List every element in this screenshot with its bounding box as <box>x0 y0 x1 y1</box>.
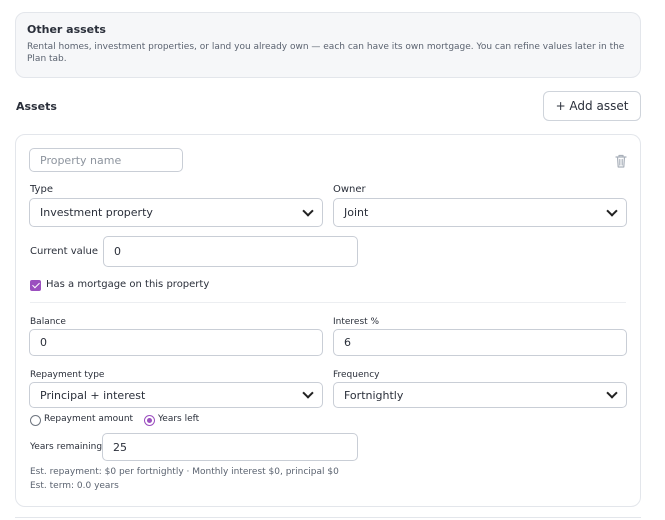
owner-select-value: Joint <box>344 206 369 219</box>
repayment-amount-radio[interactable] <box>30 415 41 426</box>
interest-label: Interest % <box>333 317 380 327</box>
balance-input[interactable] <box>29 329 323 356</box>
frequency-select[interactable]: Fortnightly <box>333 382 627 408</box>
add-asset-button[interactable]: + Add asset <box>543 91 641 121</box>
repayment-type-value: Principal + interest <box>40 388 146 402</box>
chevron-down-icon <box>606 204 618 217</box>
info-description: Rental homes, investment properties, or … <box>27 42 625 64</box>
interest-input[interactable] <box>333 329 627 356</box>
years-remaining-label: Years remaining <box>30 442 103 452</box>
chevron-down-icon <box>302 387 314 399</box>
repayment-type-select[interactable]: Principal + interest <box>29 382 323 408</box>
repayment-amount-label: Repayment amount <box>44 414 134 424</box>
balance-label: Balance <box>30 317 66 327</box>
property-name-input[interactable] <box>29 148 183 172</box>
has-mortgage-label: Has a mortgage on this property <box>46 279 210 290</box>
years-left-radio[interactable] <box>144 415 155 426</box>
type-select-value: Investment property <box>40 206 153 219</box>
type-select[interactable]: Investment property <box>29 198 323 227</box>
current-value-input[interactable] <box>103 236 358 267</box>
assets-section-title: Assets <box>16 100 57 113</box>
chevron-down-icon <box>606 387 618 399</box>
repayment-type-label: Repayment type <box>30 370 105 380</box>
asset-card: Type Investment property Owner Joint Cur… <box>15 134 641 507</box>
current-value-label: Current value <box>30 246 99 257</box>
estimate-repayment-text: Est. repayment: $0 per fortnightly · Mon… <box>30 467 339 477</box>
frequency-value: Fortnightly <box>344 388 404 402</box>
years-remaining-input[interactable] <box>102 433 358 461</box>
info-title: Other assets <box>27 23 106 36</box>
owner-label: Owner <box>333 184 366 195</box>
trash-icon[interactable] <box>614 153 628 169</box>
owner-select[interactable]: Joint <box>333 198 627 227</box>
chevron-down-icon <box>302 204 314 217</box>
next-card-edge <box>15 517 641 518</box>
frequency-label: Frequency <box>333 370 380 380</box>
has-mortgage-checkbox[interactable] <box>30 280 41 291</box>
type-label: Type <box>30 184 53 195</box>
years-left-label: Years left <box>158 414 200 424</box>
divider <box>30 302 626 303</box>
estimate-term-text: Est. term: 0.0 years <box>30 481 119 491</box>
info-panel: Other assets Rental homes, investment pr… <box>15 12 641 78</box>
